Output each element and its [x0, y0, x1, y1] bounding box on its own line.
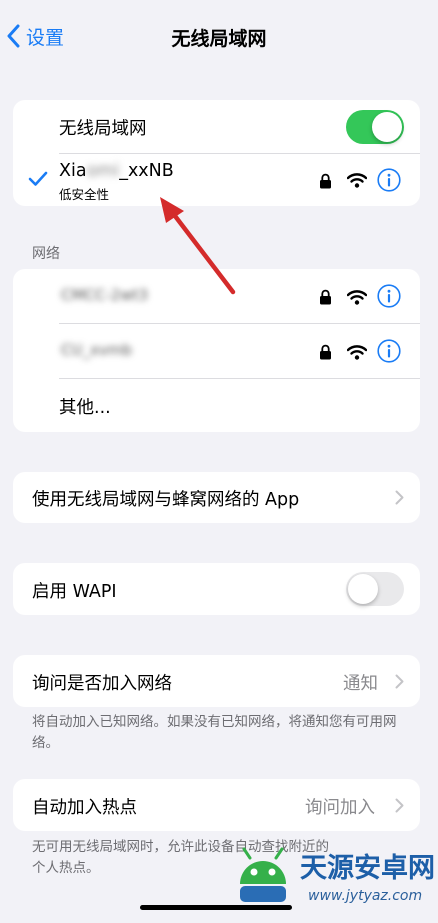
chevron-right-icon	[395, 490, 404, 505]
network-name-redacted: omi	[86, 161, 120, 181]
network-row[interactable]: CU_xvmb	[13, 324, 420, 378]
apps-wlan-cellular-label: 使用无线局域网与蜂窝网络的 App	[32, 490, 300, 510]
chevron-right-icon	[395, 798, 404, 813]
watermark-url: www.jytyaz.com	[308, 888, 423, 904]
wifi-group: 无线局域网 Xiaomi_xxNB 低安全性	[13, 100, 420, 206]
watermark-text: 天源安卓网	[300, 853, 435, 884]
hotspot-group: 自动加入热点 询问加入	[13, 779, 420, 831]
home-indicator[interactable]	[140, 905, 292, 910]
wapi-group: 启用 WAPI	[13, 563, 420, 615]
auto-join-hotspot-value: 询问加入	[305, 798, 375, 818]
wifi-toggle-row: 无线局域网	[13, 100, 420, 153]
ask-join-row[interactable]: 询问是否加入网络 通知	[13, 655, 420, 707]
connected-network-name: Xiaomi_xxNB	[59, 161, 174, 181]
network-name: CU_xvmb	[61, 341, 132, 359]
chevron-right-icon	[395, 674, 404, 689]
wapi-label: 启用 WAPI	[32, 582, 117, 602]
wifi-toggle[interactable]	[346, 110, 404, 144]
lock-icon	[320, 289, 331, 305]
wifi-signal-icon	[347, 345, 367, 360]
auto-join-hotspot-label: 自动加入热点	[32, 798, 137, 818]
network-name-prefix: Xia	[59, 161, 87, 181]
network-name: CMCC-2wt3	[61, 286, 149, 304]
network-name-suffix: _xxNB	[119, 161, 174, 181]
security-warning: 低安全性	[59, 187, 110, 202]
lock-icon	[320, 344, 331, 360]
lock-icon	[320, 173, 331, 189]
wifi-signal-icon	[347, 173, 367, 188]
ask-join-group: 询问是否加入网络 通知	[13, 655, 420, 707]
android-robot-logo	[240, 847, 286, 902]
ask-join-label: 询问是否加入网络	[32, 674, 172, 694]
wifi-signal-icon	[347, 290, 367, 305]
connected-network-row[interactable]: Xiaomi_xxNB 低安全性	[13, 154, 420, 206]
info-icon[interactable]	[377, 339, 401, 363]
wifi-toggle-label: 无线局域网	[59, 119, 147, 139]
page-title: 无线局域网	[171, 28, 267, 50]
ask-join-footer: 将自动加入已知网络。如果没有已知网络，将通知您有可用网络。	[32, 714, 397, 751]
networks-section-header: 网络	[32, 246, 60, 262]
network-row[interactable]: CMCC-2wt3	[13, 269, 420, 323]
other-network-row[interactable]: 其他...	[13, 379, 420, 432]
auto-join-hotspot-row[interactable]: 自动加入热点 询问加入	[13, 779, 420, 831]
info-icon[interactable]	[377, 284, 401, 308]
ask-join-value: 通知	[343, 674, 378, 694]
wapi-toggle[interactable]	[346, 572, 404, 606]
apps-wlan-cellular-row[interactable]: 使用无线局域网与蜂窝网络的 App	[13, 472, 420, 523]
info-icon[interactable]	[377, 168, 401, 192]
apps-group: 使用无线局域网与蜂窝网络的 App	[13, 472, 420, 523]
wapi-row: 启用 WAPI	[13, 563, 420, 615]
other-network-label: 其他...	[59, 398, 111, 418]
navigation-bar: 设置 无线局域网	[0, 0, 438, 72]
networks-group: CMCC-2wt3 CU_xvmb 其他...	[13, 269, 420, 432]
checkmark-icon	[28, 171, 48, 186]
